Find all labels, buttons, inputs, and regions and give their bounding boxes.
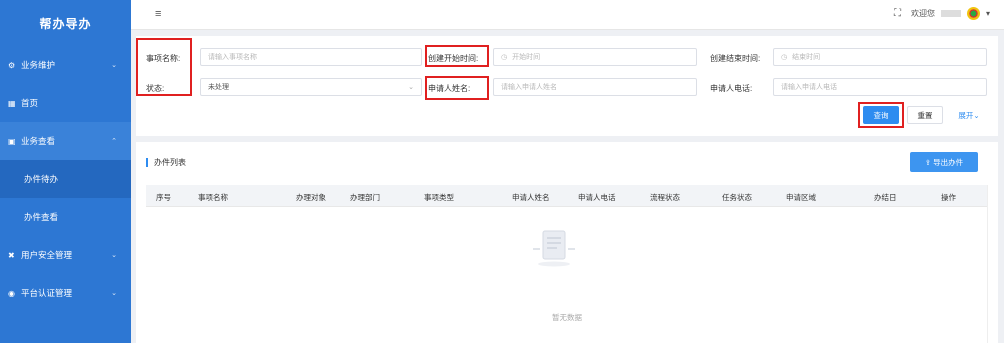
status-value: 未处理 <box>208 84 229 91</box>
reset-button[interactable]: 重置 <box>907 106 943 124</box>
chevron-down-icon: ⌄ <box>408 84 414 91</box>
sidebar-item-label: 办件查看 <box>24 212 59 222</box>
column-header: 申请人姓名 <box>512 193 550 202</box>
highlight-box-start-time <box>425 45 489 67</box>
sidebar-item-home[interactable]: ▦ 首页 <box>0 84 131 122</box>
expand-link[interactable]: 展开⌄ <box>951 106 987 124</box>
clock-icon: ◷ <box>781 54 788 61</box>
chevron-down-icon: ⌄ <box>111 290 117 297</box>
top-header: ≡ ⛶ 欢迎您 ▾ <box>131 0 1004 30</box>
avatar[interactable] <box>966 7 980 20</box>
sidebar-item-user-security[interactable]: ✖ 用户安全管理 ⌄ <box>0 236 131 274</box>
column-header: 事项类型 <box>424 193 454 202</box>
column-header: 序号 <box>156 193 171 202</box>
grid-icon: ▦ <box>8 98 16 108</box>
start-time-placeholder: 开始时间 <box>512 54 541 61</box>
sidebar: 帮办导办 ⚙ 业务维护 ⌄ ▦ 首页 ▣ 业务查看 ⌃ 办件待办 办件查看 ✖ … <box>0 0 131 343</box>
document-icon: ▣ <box>8 136 16 146</box>
sidebar-item-label: 业务维护 <box>21 60 56 70</box>
column-header: 任务状态 <box>722 193 752 202</box>
applicant-phone-input[interactable]: 请输入申请人电话 <box>773 78 987 96</box>
sidebar-item-label: 首页 <box>21 98 39 108</box>
applicant-name-input[interactable]: 请输入申请人姓名 <box>493 78 697 96</box>
sidebar-item-platform-auth[interactable]: ◉ 平台认证管理 ⌄ <box>0 274 131 312</box>
clock-icon: ◷ <box>501 54 508 61</box>
sidebar-item-business-view[interactable]: ▣ 业务查看 ⌃ <box>0 122 131 160</box>
task-list-panel: 办件列表 ⇪ 导出办件 序号 事项名称 办理对象 办理部门 事项类型 申请人姓名… <box>136 142 998 343</box>
highlight-box-applicant <box>425 76 489 100</box>
column-header: 办理对象 <box>296 193 326 202</box>
highlight-box-labels <box>136 38 192 96</box>
table-header: 序号 事项名称 办理对象 办理部门 事项类型 申请人姓名 申请人电话 流程状态 … <box>146 185 988 207</box>
applicant-phone-label: 申请人电话: <box>710 84 753 93</box>
search-filter-panel: 事项名称: 请输入事项名称 创建开始时间: ◷ 开始时间 创建结束时间: ◷ 结… <box>136 36 998 136</box>
sidebar-item-business-maintenance[interactable]: ⚙ 业务维护 ⌄ <box>0 46 131 84</box>
highlight-box-query <box>858 102 904 128</box>
menu-toggle-icon[interactable]: ≡ <box>155 8 161 20</box>
chevron-up-icon: ⌃ <box>111 138 117 145</box>
export-button[interactable]: ⇪ 导出办件 <box>910 152 978 172</box>
sidebar-item-label: 办件待办 <box>24 174 59 184</box>
end-time-label: 创建结束时间: <box>710 54 761 63</box>
user-name-redacted <box>940 10 961 17</box>
sidebar-item-label: 用户安全管理 <box>21 250 73 260</box>
item-name-placeholder: 请输入事项名称 <box>208 54 257 61</box>
item-name-input[interactable]: 请输入事项名称 <box>200 48 422 66</box>
column-header: 流程状态 <box>650 193 680 202</box>
end-time-picker[interactable]: ◷ 结束时间 <box>773 48 987 66</box>
chevron-down-icon: ⌄ <box>111 62 117 69</box>
chevron-down-icon: ⌄ <box>111 252 117 259</box>
list-title: 办件列表 <box>146 158 186 167</box>
table-right-border <box>987 185 988 343</box>
column-header: 申请区域 <box>786 193 816 202</box>
applicant-name-placeholder: 请输入申请人姓名 <box>501 84 557 91</box>
status-select[interactable]: 未处理 ⌄ <box>200 78 422 96</box>
column-header: 操作 <box>941 193 956 202</box>
header-user-area: ⛶ 欢迎您 ▾ <box>894 7 990 20</box>
tools-icon: ✖ <box>8 250 15 260</box>
fullscreen-icon[interactable]: ⛶ <box>894 8 901 19</box>
shield-icon: ◉ <box>8 288 15 298</box>
welcome-text: 欢迎您 <box>910 9 935 18</box>
end-time-placeholder: 结束时间 <box>792 54 821 61</box>
sidebar-item-view-tasks[interactable]: 办件查看 <box>0 198 131 236</box>
column-header: 办理部门 <box>350 193 380 202</box>
sidebar-item-label: 业务查看 <box>21 136 56 146</box>
applicant-phone-placeholder: 请输入申请人电话 <box>781 84 837 91</box>
gear-icon: ⚙ <box>8 60 16 70</box>
app-title: 帮办导办 <box>39 16 92 31</box>
empty-data-icon <box>533 230 575 267</box>
user-dropdown-icon[interactable]: ▾ <box>986 9 990 18</box>
column-header: 办结日 <box>874 193 897 202</box>
column-header: 申请人电话 <box>578 193 616 202</box>
column-header: 事项名称 <box>198 193 228 202</box>
empty-data-text: 暂无数据 <box>552 313 582 322</box>
sidebar-item-pending-tasks[interactable]: 办件待办 <box>0 160 131 198</box>
sidebar-item-label: 平台认证管理 <box>21 288 73 298</box>
start-time-picker[interactable]: ◷ 开始时间 <box>493 48 697 66</box>
